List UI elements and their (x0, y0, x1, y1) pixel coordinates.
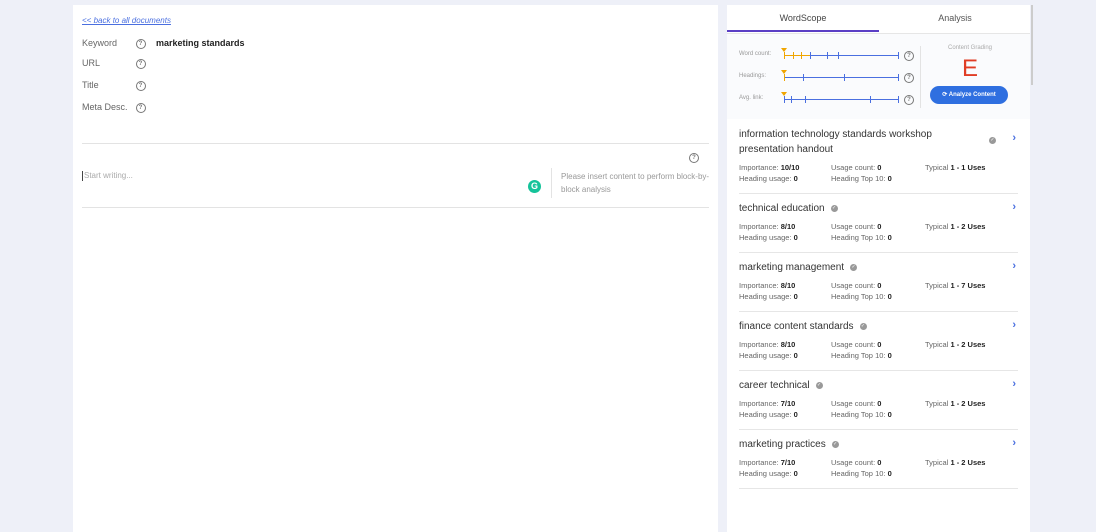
topic-title: marketing practices ✓ (739, 439, 839, 450)
divider (920, 46, 921, 108)
help-icon[interactable]: ? (135, 80, 146, 91)
back-to-documents-link[interactable]: << back to all documents (82, 16, 171, 25)
list-item: career technical ✓ › Importance: 7/10 Usa… (739, 371, 1018, 430)
list-item: finance content standards ✓ › Importance:… (739, 312, 1018, 371)
headings-bar (781, 70, 899, 81)
divider (82, 207, 709, 208)
wordscope-panel: WordScope Analysis Word count: ? Heading… (727, 5, 1030, 532)
list-item: information technology standards worksho… (739, 120, 1018, 194)
topic-title: technical education ✓ (739, 203, 838, 214)
chevron-right-icon[interactable]: › (1012, 132, 1016, 144)
analyze-content-label: Analyze Content (948, 92, 996, 98)
avg-link-metric: Avg. link: ? (739, 92, 919, 105)
list-item: marketing management ✓ › Importance: 8/10… (739, 253, 1018, 312)
topic-title: finance content standards ✓ (739, 321, 867, 332)
chevron-right-icon[interactable]: › (1012, 319, 1016, 331)
help-icon[interactable]: ? (135, 102, 146, 113)
help-icon[interactable]: ? (689, 153, 699, 163)
scrollbar[interactable] (1031, 5, 1033, 85)
help-icon[interactable]: ? (135, 58, 146, 69)
content-editor[interactable]: Start writing... (82, 171, 133, 181)
help-icon[interactable]: ? (904, 95, 914, 105)
chevron-right-icon[interactable]: › (1012, 437, 1016, 449)
avg-link-label: Avg. link: (739, 95, 764, 101)
check-icon: ✓ (831, 440, 839, 448)
title-label: Title (82, 80, 99, 90)
editor-panel: << back to all documents Keyword ? marke… (73, 5, 718, 532)
panel-tabs: WordScope Analysis (727, 5, 1030, 34)
block-analysis-hint: Please insert content to perform block-b… (561, 172, 710, 194)
topic-stats: Importance: 10/10 Usage count: 0 Typical… (739, 163, 986, 183)
headings-metric: Headings: ? (739, 70, 919, 83)
url-label: URL (82, 58, 101, 68)
topic-stats: Importance: 8/10 Usage count: 0 Typical … (739, 340, 986, 360)
help-icon[interactable]: ? (135, 38, 146, 49)
title-row: Title ? (82, 80, 154, 91)
check-icon: ✓ (850, 263, 858, 271)
content-grade: E (961, 55, 978, 82)
avg-link-bar (781, 92, 899, 103)
word-count-label: Word count: (739, 51, 772, 57)
content-grading-label: Content Grading (947, 45, 993, 51)
grammarly-icon[interactable]: G (528, 180, 541, 193)
topic-title: information technology standards worksho… (739, 129, 932, 155)
topic-stats: Importance: 8/10 Usage count: 0 Typical … (739, 281, 986, 301)
topic-list: information technology standards worksho… (727, 120, 1030, 489)
chevron-right-icon[interactable]: › (1012, 260, 1016, 272)
list-item: marketing practices ✓ › Importance: 7/10 … (739, 430, 1018, 489)
topic-stats: Importance: 7/10 Usage count: 0 Typical … (739, 458, 986, 478)
keyword-label: Keyword (82, 38, 118, 48)
url-row: URL ? (82, 58, 154, 69)
headings-label: Headings: (739, 73, 767, 79)
meta-desc-label: Meta Desc. (82, 102, 128, 112)
chevron-right-icon[interactable]: › (1012, 378, 1016, 390)
tab-wordscope[interactable]: WordScope (727, 5, 879, 32)
list-item: technical education ✓ › Importance: 8/10 … (739, 194, 1018, 253)
keyword-row: Keyword ? marketing standards (82, 38, 245, 49)
divider (82, 143, 709, 144)
word-count-metric: Word count: ? (739, 48, 919, 61)
topic-stats: Importance: 7/10 Usage count: 0 Typical … (739, 399, 986, 419)
keyword-value[interactable]: marketing standards (156, 38, 245, 48)
tab-analysis[interactable]: Analysis (879, 5, 1031, 32)
check-icon: ✓ (815, 381, 823, 389)
help-icon[interactable]: ? (904, 51, 914, 61)
check-icon: ✓ (989, 137, 996, 144)
analyze-content-button[interactable]: ⟳ Analyze Content (930, 86, 1008, 104)
check-icon: ✓ (830, 204, 838, 212)
help-icon[interactable]: ? (904, 73, 914, 83)
meta-desc-row: Meta Desc. ? (82, 102, 154, 113)
divider (551, 168, 552, 198)
topic-stats: Importance: 8/10 Usage count: 0 Typical … (739, 222, 986, 242)
check-icon: ✓ (859, 322, 867, 330)
chevron-right-icon[interactable]: › (1012, 201, 1016, 213)
topic-title: marketing management ✓ (739, 262, 858, 273)
topic-title: career technical ✓ (739, 380, 823, 391)
